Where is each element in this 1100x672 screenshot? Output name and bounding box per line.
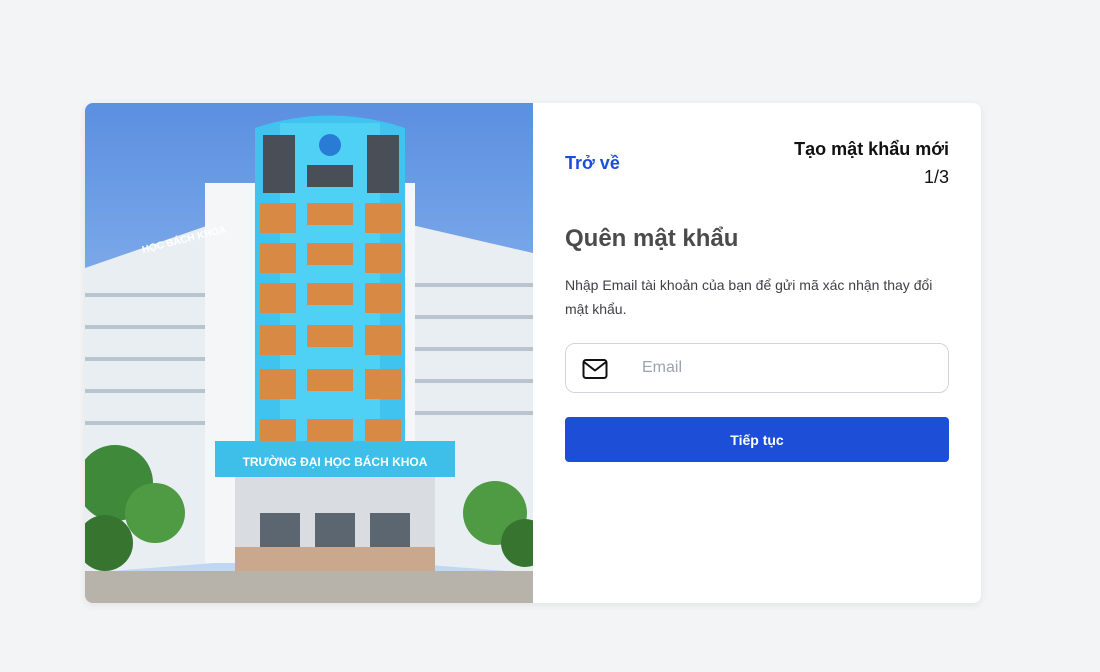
forgot-password-form: Trở về Tạo mật khẩu mới 1/3 Quên mật khẩ…	[533, 103, 981, 603]
campus-photo: TRƯỜNG ĐẠI HỌC BÁCH KHOA HỌC BÁCH KHOA	[85, 103, 533, 603]
continue-button[interactable]: Tiếp tục	[565, 417, 949, 462]
email-field[interactable]	[565, 343, 949, 393]
forgot-password-card: TRƯỜNG ĐẠI HỌC BÁCH KHOA HỌC BÁCH KHOA T…	[85, 103, 981, 603]
building-sign-text: TRƯỜNG ĐẠI HỌC BÁCH KHOA	[243, 454, 428, 469]
page-heading: Quên mật khẩu	[565, 225, 739, 252]
back-link[interactable]: Trở về	[565, 153, 620, 174]
building-illustration: TRƯỜNG ĐẠI HỌC BÁCH KHOA HỌC BÁCH KHOA	[85, 103, 533, 603]
email-input[interactable]	[630, 344, 930, 392]
mail-icon	[582, 359, 608, 379]
step-title: Tạo mật khẩu mới	[794, 139, 949, 159]
step-counter: 1/3	[923, 167, 949, 187]
instruction-text: Nhập Email tài khoản của bạn để gửi mã x…	[565, 277, 933, 317]
